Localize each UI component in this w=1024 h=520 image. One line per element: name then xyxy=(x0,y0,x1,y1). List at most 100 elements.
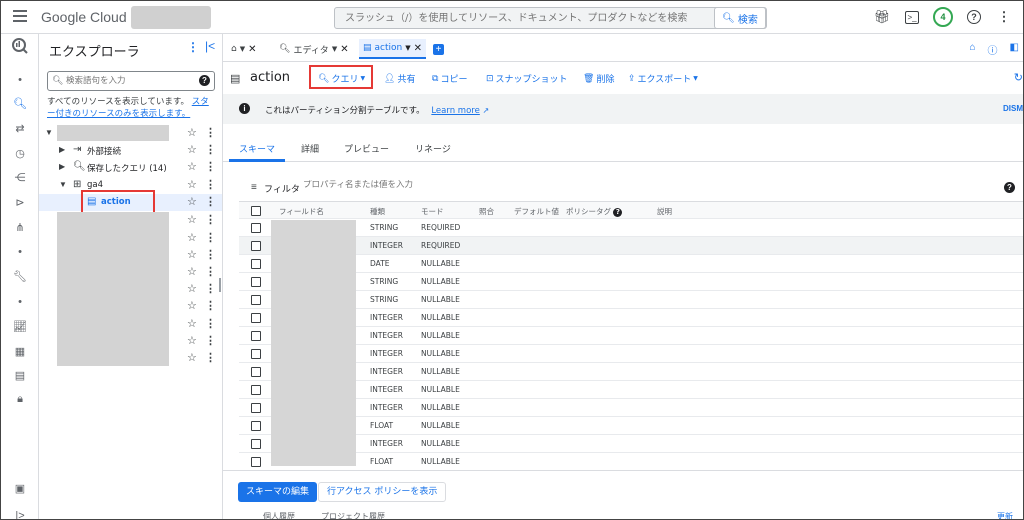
tree-table-row[interactable]: ☆ ⋮ xyxy=(39,230,222,247)
more-vert-icon[interactable]: ⋮ xyxy=(205,351,216,364)
tree-table-row[interactable]: ☆ ⋮ xyxy=(39,212,222,229)
close-icon[interactable]: ✕ xyxy=(340,44,348,55)
more-vert-icon[interactable]: ⋮ xyxy=(205,143,216,156)
star-icon[interactable]: ☆ xyxy=(187,213,197,226)
tab-home[interactable]: ⌂ ▼ ✕ xyxy=(231,39,257,59)
cloud-shell-icon[interactable]: >_ xyxy=(905,10,919,24)
dismiss-button[interactable]: DISM xyxy=(1003,104,1023,113)
row-checkbox[interactable] xyxy=(251,313,261,323)
tree-table-row[interactable]: ☆ ⋮ xyxy=(39,247,222,264)
row-checkbox[interactable] xyxy=(251,259,261,269)
tab-editor[interactable]: 🔍︎ エディタ ▼ ✕ xyxy=(279,39,349,59)
search-nav-icon[interactable]: 🔍︎ xyxy=(10,95,30,111)
schema-row[interactable]: DATE NULLABLE xyxy=(239,255,1023,273)
star-icon[interactable]: ☆ xyxy=(187,334,197,347)
global-search-input[interactable] xyxy=(335,8,705,28)
export-button[interactable]: ⇪ エクスポート ▼ xyxy=(628,72,698,86)
star-icon[interactable]: ☆ xyxy=(187,248,197,261)
schema-row[interactable]: FLOAT NULLABLE xyxy=(239,417,1023,435)
tree-project-row[interactable]: ▼ ☆ ⋮ xyxy=(39,125,222,142)
lock-icon[interactable]: 🔒︎ xyxy=(10,391,30,407)
notifications-badge[interactable]: 4 xyxy=(933,7,953,27)
monitoring-icon[interactable]: 📈︎ xyxy=(10,318,30,334)
expand-arrow-icon[interactable]: ▶ xyxy=(59,145,65,154)
release-notes-icon[interactable]: ▣ xyxy=(10,480,30,496)
collapse-arrow-icon[interactable]: ▼ xyxy=(59,180,67,189)
explorer-more-icon[interactable]: ⋮ xyxy=(187,40,199,54)
schema-row[interactable]: INTEGER NULLABLE xyxy=(239,399,1023,417)
expand-icon[interactable]: ◧ xyxy=(1010,42,1019,57)
more-vert-icon[interactable]: ⋮ xyxy=(205,265,216,278)
star-icon[interactable]: ☆ xyxy=(187,143,197,156)
google-cloud-logo[interactable]: Google Cloud xyxy=(41,9,127,25)
more-vert-icon[interactable]: ⋮ xyxy=(205,160,216,173)
share-button[interactable]: 👤︎ 共有 xyxy=(384,72,415,86)
more-vert-icon[interactable]: ⋮ xyxy=(205,126,216,139)
tree-table-row[interactable]: ☆ ⋮ xyxy=(39,333,222,350)
row-checkbox[interactable] xyxy=(251,385,261,395)
row-checkbox[interactable] xyxy=(251,223,261,233)
edit-schema-button[interactable]: スキーマの編集 xyxy=(238,482,318,502)
tab-lineage[interactable]: リネージ xyxy=(415,142,451,155)
row-checkbox[interactable] xyxy=(251,457,261,467)
panel-resize-handle[interactable] xyxy=(219,278,221,292)
select-all-checkbox[interactable] xyxy=(251,206,261,216)
more-vert-icon[interactable]: ⋮ xyxy=(995,8,1013,26)
schema-row[interactable]: INTEGER NULLABLE xyxy=(239,327,1023,345)
analytics-hub-icon[interactable]: ⋲ xyxy=(10,169,30,185)
tree-external-row[interactable]: ▶ ⇥ 外部接続 ☆ ⋮ xyxy=(39,142,222,159)
gift-icon[interactable]: 🎁︎ xyxy=(873,8,891,26)
schema-row[interactable]: INTEGER NULLABLE xyxy=(239,309,1023,327)
more-vert-icon[interactable]: ⋮ xyxy=(205,178,216,191)
menu-icon[interactable] xyxy=(13,10,27,22)
more-vert-icon[interactable]: ⋮ xyxy=(205,248,216,261)
tree-table-row[interactable]: ☆ ⋮ xyxy=(39,264,222,281)
row-checkbox[interactable] xyxy=(251,295,261,305)
schema-row[interactable]: STRING REQUIRED xyxy=(239,219,1023,237)
personal-history-tab[interactable]: 個人履歴 xyxy=(263,511,295,519)
tree-table-row[interactable]: ☆ ⋮ xyxy=(39,316,222,333)
row-checkbox[interactable] xyxy=(251,367,261,377)
add-tab-button[interactable]: + xyxy=(433,44,444,55)
row-checkbox[interactable] xyxy=(251,241,261,251)
explorer-search-input[interactable] xyxy=(48,72,188,90)
copy-button[interactable]: ⧉ コピー xyxy=(432,72,467,86)
tree-saved-queries-row[interactable]: ▶ 🔍︎ 保存したクエリ (14) ☆ ⋮ xyxy=(39,159,222,176)
schema-row[interactable]: INTEGER NULLABLE xyxy=(239,363,1023,381)
star-icon[interactable]: ☆ xyxy=(187,351,197,364)
star-icon[interactable]: ☆ xyxy=(187,178,197,191)
help-icon[interactable]: ? xyxy=(199,75,210,86)
row-checkbox[interactable] xyxy=(251,277,261,287)
chevron-down-icon[interactable]: ▼ xyxy=(332,45,337,53)
bi-engine-icon[interactable]: ▤ xyxy=(10,367,30,383)
capacity-icon[interactable]: ▦ xyxy=(10,343,30,359)
more-vert-icon[interactable]: ⋮ xyxy=(205,213,216,226)
schema-row[interactable]: INTEGER REQUIRED xyxy=(239,237,1023,255)
star-icon[interactable]: ☆ xyxy=(187,282,197,295)
star-icon[interactable]: ☆ xyxy=(187,299,197,312)
expand-rail-icon[interactable]: |> xyxy=(10,508,30,519)
schema-row[interactable]: FLOAT NULLABLE xyxy=(239,453,1023,471)
delete-button[interactable]: 🗑︎ 削除 xyxy=(583,72,614,86)
more-vert-icon[interactable]: ⋮ xyxy=(205,317,216,330)
collapse-panel-icon[interactable]: |< xyxy=(205,39,215,53)
snapshot-button[interactable]: ⊡ スナップショット xyxy=(486,72,568,86)
view-row-access-button[interactable]: 行アクセス ポリシーを表示 xyxy=(318,482,447,502)
scheduled-icon[interactable]: ◷ xyxy=(10,145,30,161)
search-button[interactable]: 🔍︎ 検索 xyxy=(714,7,766,29)
wrench-icon[interactable]: 🔧︎ xyxy=(10,268,30,284)
star-icon[interactable]: ☆ xyxy=(187,195,197,208)
star-icon[interactable]: ☆ xyxy=(187,160,197,173)
refresh-icon[interactable]: ↻ xyxy=(1014,71,1023,84)
help-icon[interactable]: ? xyxy=(967,10,981,24)
info-icon[interactable]: ⓘ xyxy=(988,42,998,57)
tree-table-row[interactable]: ☆ ⋮ xyxy=(39,298,222,315)
tab-action[interactable]: ▤ action ▼ ✕ xyxy=(359,39,426,59)
tab-preview[interactable]: プレビュー xyxy=(344,142,389,155)
transfers-icon[interactable]: ⇄ xyxy=(10,120,30,136)
schema-row[interactable]: INTEGER NULLABLE xyxy=(239,345,1023,363)
more-vert-icon[interactable]: ⋮ xyxy=(205,195,216,208)
project-history-tab[interactable]: プロジェクト履歴 xyxy=(321,511,385,519)
dataflow-icon[interactable]: ⊳ xyxy=(10,194,30,210)
row-checkbox[interactable] xyxy=(251,403,261,413)
